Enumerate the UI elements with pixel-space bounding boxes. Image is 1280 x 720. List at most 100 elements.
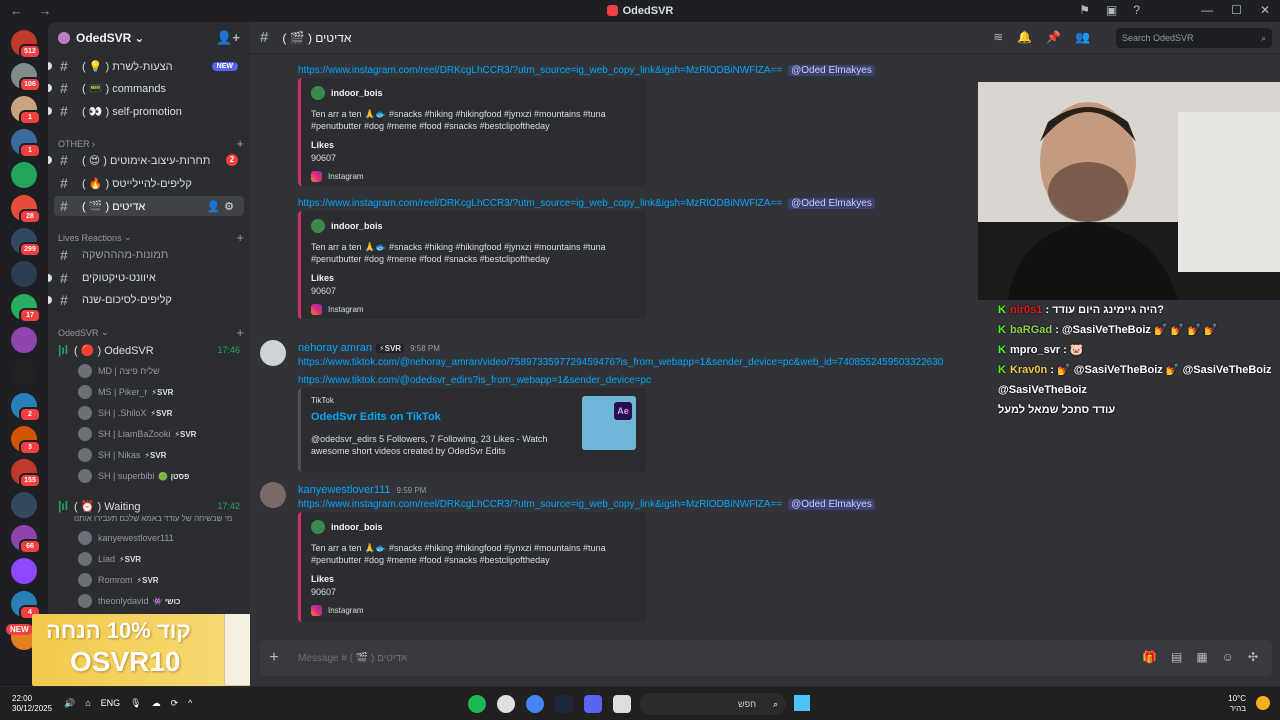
server-icon[interactable]: 28 — [11, 195, 41, 224]
voice-user[interactable]: MS | Piker_r ⚡SVR — [78, 383, 244, 401]
hash-icon: # — [60, 103, 68, 119]
gift-icon[interactable]: 🎁 — [1142, 650, 1157, 664]
spotify-icon[interactable] — [468, 695, 486, 713]
file-explorer-icon[interactable] — [613, 695, 631, 713]
chrome-icon[interactable] — [526, 695, 544, 713]
sticker-icon[interactable]: ▦ — [1196, 650, 1207, 664]
channel-edits[interactable]: # ( 🎬 ) אדיטים 👤⚙ — [54, 196, 244, 216]
channel-tiktok-event[interactable]: # איוונט-טיקטוקים — [48, 268, 244, 288]
language-indicator[interactable]: ENG — [101, 698, 121, 709]
add-channel-icon[interactable]: + — [236, 230, 244, 245]
voice-user[interactable]: SH | Nikas ⚡SVR — [78, 446, 244, 464]
windows-start-icon[interactable] — [794, 695, 810, 711]
pin-icon[interactable]: 📌 — [1046, 30, 1061, 44]
server-icon[interactable]: 2 — [11, 393, 41, 422]
embed-author[interactable]: indoor_bois — [331, 88, 383, 98]
server-icon[interactable]: 299 — [11, 228, 41, 257]
message-link[interactable]: https://www.tiktok.com/@odedsvr_edirs?is… — [298, 375, 651, 386]
category-lives-reactions[interactable]: Lives Reactions ⌄ + — [58, 230, 244, 245]
server-icon[interactable] — [11, 327, 37, 353]
inbox-icon[interactable]: ▣ — [1106, 3, 1117, 17]
message-composer[interactable]: + Message # ( 🎬 ) אדיטים 🎁 ▤ ▦ ☺ ✣ — [260, 640, 1272, 676]
message-link[interactable]: https://www.instagram.com/reel/DRKcgLhCC… — [298, 198, 782, 209]
maximize-button[interactable]: ☐ — [1231, 3, 1242, 17]
channel-year-recap[interactable]: # קליפים-לסיכום-שנה — [48, 290, 244, 310]
voice-channel-waiting[interactable]: |ıl ( ⏰ ) Waiting 17:42 — [54, 496, 244, 516]
category-voice[interactable]: OdedSVR ⌄ + — [58, 325, 244, 340]
gif-icon[interactable]: ▤ — [1171, 650, 1182, 664]
taskbar-search[interactable]: חפש ⌕ — [640, 693, 786, 715]
minimize-button[interactable]: — — [1201, 3, 1213, 17]
username[interactable]: nehoray amran — [298, 342, 372, 354]
channel-launch-photos[interactable]: # תמונות-מהההשקה — [54, 245, 244, 265]
sync-icon[interactable]: ⟳ — [171, 698, 179, 709]
server-icon[interactable]: 17 — [11, 294, 41, 323]
mic-icon[interactable]: 🎙 — [130, 698, 141, 709]
server-icon[interactable]: 155 — [11, 459, 41, 488]
server-icon[interactable]: 3 — [11, 426, 41, 455]
server-icon[interactable] — [11, 162, 37, 188]
bell-icon[interactable]: 🔔 — [1017, 30, 1032, 44]
apps-icon[interactable]: ✣ — [1248, 650, 1258, 664]
user-mention[interactable]: @Oded Elmakyes — [788, 65, 875, 76]
search-input[interactable]: Search OdedSVR ⌕ — [1116, 28, 1272, 48]
embed-description: Ten arr a ten 🙏🐟 #snacks #hiking #hiking… — [311, 109, 606, 131]
avatar[interactable] — [260, 340, 286, 366]
server-icon[interactable] — [11, 360, 37, 386]
flag-icon[interactable]: ⚑ — [1079, 3, 1090, 17]
channel-commands[interactable]: # ( 📟 ) commands — [48, 78, 244, 98]
server-icon[interactable]: 1 — [11, 129, 41, 158]
embed-thumbnail[interactable]: Ae — [582, 396, 636, 450]
steam-icon[interactable] — [555, 695, 573, 713]
volume-icon[interactable]: 🔊 — [64, 698, 75, 709]
server-icon[interactable]: 512 — [11, 30, 41, 59]
chevron-up-icon[interactable]: ^ — [188, 698, 192, 709]
threads-icon[interactable]: ≋ — [993, 30, 1003, 44]
embed-author[interactable]: indoor_bois — [331, 522, 383, 532]
message-link[interactable]: https://www.tiktok.com/@nehoray_amran/vi… — [298, 357, 943, 368]
voice-user[interactable]: kanyewestlover111 — [78, 529, 244, 547]
add-channel-icon[interactable]: + — [236, 136, 244, 151]
message-link[interactable]: https://www.instagram.com/reel/DRKcgLhCC… — [298, 65, 782, 76]
voice-user[interactable]: SH | .ShiloX ⚡SVR — [78, 404, 244, 422]
invite-people-icon[interactable]: 👤+ — [216, 30, 240, 46]
server-icon[interactable] — [11, 558, 37, 584]
avatar[interactable] — [260, 482, 286, 508]
username[interactable]: kanyewestlover111 — [298, 484, 391, 496]
close-button[interactable]: ✕ — [1260, 3, 1270, 17]
help-icon[interactable]: ? — [1133, 3, 1140, 17]
discord-icon[interactable] — [584, 695, 602, 713]
voice-user[interactable]: SH | superbibi 🟢 פסטן — [78, 467, 244, 485]
add-channel-icon[interactable]: + — [236, 325, 244, 340]
voice-user[interactable]: Romrom ⚡SVR — [78, 571, 244, 589]
server-icon[interactable] — [11, 492, 37, 518]
onedrive-icon[interactable]: ☁ — [152, 698, 161, 709]
voice-user[interactable]: theonlydavid 👾 כושי — [78, 592, 244, 610]
channel-suggestions[interactable]: # ( 💡 ) הצעות-לשרת NEW — [48, 56, 244, 76]
emoji-icon[interactable]: ☺ — [1222, 650, 1234, 664]
clock[interactable]: 22:00 30/12/2025 — [12, 694, 52, 714]
channel-emote-contest[interactable]: # ( 😍 ) תחרות-עיצוב-אימוטים 2 — [48, 150, 244, 170]
user-mention[interactable]: @Oded Elmakyes — [788, 499, 875, 510]
app-icon[interactable] — [497, 695, 515, 713]
message-link[interactable]: https://www.instagram.com/reel/DRKcgLhCC… — [298, 499, 782, 510]
add-attachment-icon[interactable]: + — [260, 649, 288, 667]
weather-widget[interactable]: 10°C בהיר — [1228, 694, 1246, 714]
category-other[interactable]: OTHER › + — [58, 136, 244, 151]
server-icon[interactable]: 106 — [11, 63, 41, 92]
embed-author[interactable]: indoor_bois — [331, 221, 383, 231]
network-icon[interactable]: ⌂ — [85, 698, 90, 709]
channel-highlight-clips[interactable]: # ( 🔥 ) קליפים-להיילייטס — [54, 173, 244, 193]
server-icon[interactable]: 66 — [11, 525, 41, 554]
server-icon[interactable]: 1 — [11, 96, 41, 125]
server-icon[interactable] — [11, 261, 37, 287]
channel-self-promotion[interactable]: # ( 👀 ) self-promotion — [48, 101, 244, 121]
guild-header[interactable]: OdedSVR ⌄ 👤+ — [48, 22, 250, 54]
voice-channel-odedsvr[interactable]: |ıl ( 🔴 ) OdedSVR 17:46 — [54, 340, 244, 360]
voice-user[interactable]: MD | שליח פיצה — [78, 362, 244, 380]
channel-settings-icons[interactable]: 👤⚙ — [206, 200, 238, 213]
user-mention[interactable]: @Oded Elmakyes — [788, 198, 875, 209]
voice-user[interactable]: SH | LiamBaZooki ⚡SVR — [78, 425, 244, 443]
voice-user[interactable]: Liad ⚡SVR — [78, 550, 244, 568]
members-icon[interactable]: 👥 — [1075, 30, 1090, 44]
